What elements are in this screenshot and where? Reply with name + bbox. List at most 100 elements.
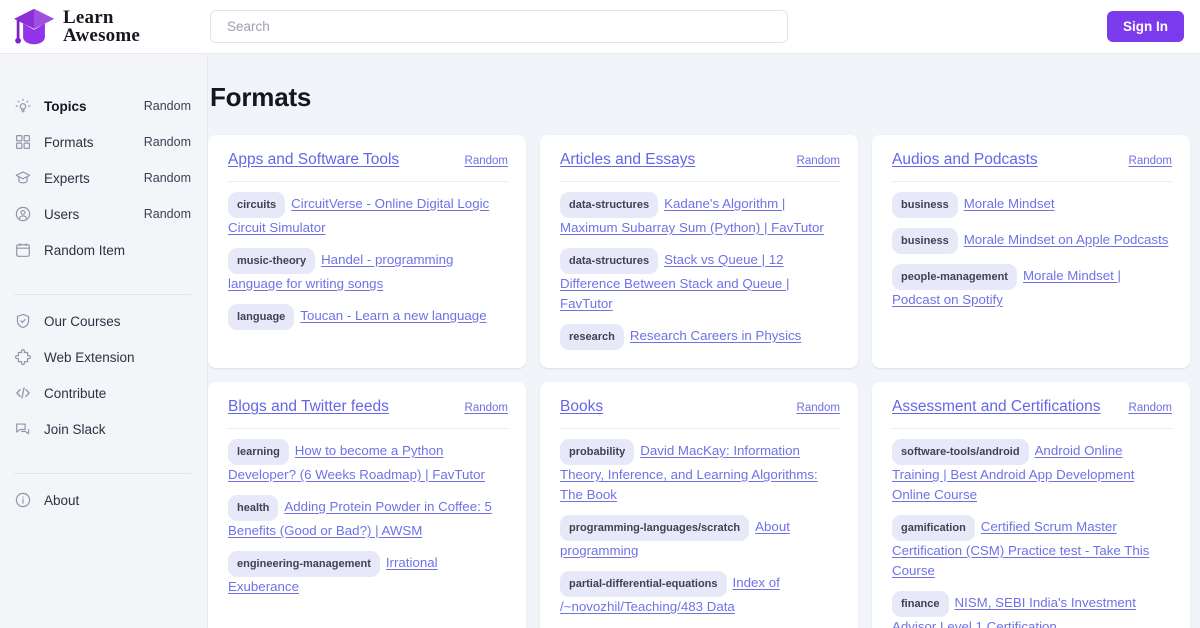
sidebar-label: About [44, 493, 191, 508]
list-item: data-structuresKadane's Algorithm | Maxi… [560, 192, 840, 238]
resource-link[interactable]: Research Careers in Physics [630, 328, 801, 343]
topic-tag[interactable]: music-theory [228, 248, 315, 274]
topic-tag[interactable]: research [560, 324, 624, 350]
list-item: engineering-managementIrrational Exubera… [228, 551, 508, 597]
topic-tag[interactable]: health [228, 495, 278, 521]
sign-in-button[interactable]: Sign In [1107, 11, 1184, 42]
chat-icon [14, 420, 32, 438]
card-title-link[interactable]: Apps and Software Tools [228, 151, 399, 169]
list-item: healthAdding Protein Powder in Coffee: 5… [228, 495, 508, 541]
list-item: circuitsCircuitVerse - Online Digital Lo… [228, 192, 508, 238]
card-header: Blogs and Twitter feeds Random [228, 398, 508, 429]
card-random-link[interactable]: Random [465, 402, 508, 414]
topic-tag[interactable]: software-tools/android [892, 439, 1029, 465]
sidebar-random-users[interactable]: Random [144, 207, 191, 221]
topic-tag[interactable]: partial-differential-equations [560, 571, 727, 597]
spacer [0, 447, 207, 465]
shield-check-icon [14, 312, 32, 330]
topic-tag[interactable]: circuits [228, 192, 285, 218]
sidebar-item-about[interactable]: About [0, 482, 207, 518]
resource-link[interactable]: Toucan - Learn a new language [300, 308, 486, 323]
sidebar-item-formats[interactable]: Formats Random [0, 124, 207, 160]
page-title: Formats [210, 82, 1192, 113]
topic-tag[interactable]: data-structures [560, 248, 658, 274]
card-random-link[interactable]: Random [797, 402, 840, 414]
sidebar-random-topics[interactable]: Random [144, 99, 191, 113]
format-card-grid: Apps and Software Tools Random circuitsCir… [208, 135, 1192, 628]
search-input[interactable]: Search [210, 10, 788, 43]
top-header: Learn Awesome Search Sign In [0, 0, 1200, 54]
puzzle-icon [14, 348, 32, 366]
sidebar-label: Topics [44, 99, 132, 114]
topic-tag[interactable]: probability [560, 439, 634, 465]
sidebar-label: Contribute [44, 386, 191, 401]
sidebar-random-experts[interactable]: Random [144, 171, 191, 185]
topic-tag[interactable]: learning [228, 439, 289, 465]
sidebar-item-our-courses[interactable]: Our Courses [0, 303, 207, 339]
main-content: Formats Apps and Software Tools Random cir… [208, 54, 1200, 628]
topic-tag[interactable]: people-management [892, 264, 1017, 290]
sidebar-divider-1 [14, 294, 191, 295]
sidebar-random-formats[interactable]: Random [144, 135, 191, 149]
topic-tag[interactable]: finance [892, 591, 949, 617]
card-title-link[interactable]: Assessment and Certifications [892, 398, 1100, 416]
card-header: Assessment and Certifications Random [892, 398, 1172, 429]
list-item: gamificationCertified Scrum Master Certi… [892, 515, 1172, 581]
list-item: learningHow to become a Python Developer… [228, 439, 508, 485]
sidebar-item-join-slack[interactable]: Join Slack [0, 411, 207, 447]
topic-tag[interactable]: gamification [892, 515, 975, 541]
format-card: Assessment and Certifications Random softw… [872, 382, 1190, 628]
sidebar-item-web-extension[interactable]: Web Extension [0, 339, 207, 375]
topic-tag[interactable]: language [228, 304, 294, 330]
topic-tag[interactable]: data-structures [560, 192, 658, 218]
sidebar-label: Web Extension [44, 350, 191, 365]
sidebar-label: Experts [44, 171, 132, 186]
resource-link[interactable]: Morale Mindset [964, 196, 1055, 211]
list-item: probabilityDavid MacKay: Information The… [560, 439, 840, 505]
card-header: Apps and Software Tools Random [228, 151, 508, 182]
format-card: Articles and Essays Random data-structures… [540, 135, 858, 368]
resource-link[interactable]: Morale Mindset on Apple Podcasts [964, 232, 1169, 247]
sidebar-item-topics[interactable]: Topics Random [0, 88, 207, 124]
code-icon [14, 384, 32, 402]
list-item: partial-differential-equationsIndex of /… [560, 571, 840, 617]
list-item: data-structuresStack vs Queue | 12 Diffe… [560, 248, 840, 314]
list-item: business Morale Mindset on Apple Podcasts [892, 228, 1172, 254]
list-item: business Morale Mindset [892, 192, 1172, 218]
format-card: Audios and Podcasts Random business Morale … [872, 135, 1190, 368]
graduation-cap-icon [12, 7, 56, 47]
sidebar: Topics Random Formats Random Experts Ran… [0, 54, 208, 628]
graduation-cap-icon [14, 169, 32, 187]
logo-line-1: Learn [63, 9, 140, 27]
info-circle-icon [14, 491, 32, 509]
card-title-link[interactable]: Books [560, 398, 603, 416]
lightbulb-icon [14, 97, 32, 115]
card-random-link[interactable]: Random [1129, 402, 1172, 414]
card-random-link[interactable]: Random [465, 155, 508, 167]
sidebar-label: Users [44, 207, 132, 222]
card-title-link[interactable]: Blogs and Twitter feeds [228, 398, 389, 416]
card-title-link[interactable]: Articles and Essays [560, 151, 695, 169]
list-item: programming-languages/scratchAbout progr… [560, 515, 840, 561]
sidebar-divider-2 [14, 473, 191, 474]
topic-tag[interactable]: business [892, 228, 958, 254]
list-item: software-tools/androidAndroid Online Tra… [892, 439, 1172, 505]
sidebar-item-users[interactable]: Users Random [0, 196, 207, 232]
logo[interactable]: Learn Awesome [0, 0, 210, 54]
spacer [0, 268, 207, 286]
card-title-link[interactable]: Audios and Podcasts [892, 151, 1038, 169]
calendar-icon [14, 241, 32, 259]
list-item: people-managementMorale Mindset | Podcas… [892, 264, 1172, 310]
topic-tag[interactable]: engineering-management [228, 551, 380, 577]
sidebar-item-experts[interactable]: Experts Random [0, 160, 207, 196]
list-item: financeNISM, SEBI India's Investment Adv… [892, 591, 1172, 628]
logo-line-2: Awesome [63, 27, 140, 45]
topic-tag[interactable]: business [892, 192, 958, 218]
sidebar-item-contribute[interactable]: Contribute [0, 375, 207, 411]
sidebar-item-random-item[interactable]: Random Item [0, 232, 207, 268]
list-item: research Research Careers in Physics [560, 324, 840, 350]
topic-tag[interactable]: programming-languages/scratch [560, 515, 749, 541]
card-random-link[interactable]: Random [797, 155, 840, 167]
card-random-link[interactable]: Random [1129, 155, 1172, 167]
format-card: Books Random probabilityDavid MacKay: Info… [540, 382, 858, 628]
